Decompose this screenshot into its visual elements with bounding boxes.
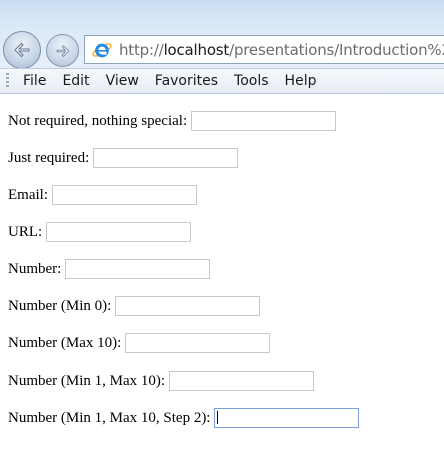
forward-arrow-icon — [56, 44, 69, 57]
required-input[interactable] — [93, 148, 239, 168]
forward-button[interactable] — [46, 34, 79, 67]
field-label-number-max10: Number (Max 10): — [8, 334, 122, 351]
field-label-required: Just required: — [8, 149, 90, 166]
field-label-url: URL: — [8, 223, 43, 240]
field-label-number-min1-max10-step2: Number (Min 1, Max 10, Step 2): — [8, 409, 211, 426]
number-min1-max10-step2-input[interactable] — [214, 408, 360, 428]
toolbar-grip[interactable] — [6, 73, 9, 89]
form-row-required: Just required: — [8, 147, 239, 169]
form-row-not-required: Not required, nothing special: — [8, 110, 337, 132]
menu-tools[interactable]: Tools — [226, 69, 277, 93]
field-label-number-min1-max10: Number (Min 1, Max 10): — [8, 372, 166, 389]
field-label-email: Email: — [8, 186, 48, 203]
url-text: http://localhost/presentations/Introduct… — [119, 41, 444, 59]
url-input[interactable] — [46, 222, 192, 242]
address-bar[interactable]: http://localhost/presentations/Introduct… — [84, 35, 444, 64]
form-row-number-min0: Number (Min 0): — [8, 295, 261, 317]
url-path: /presentations/Introduction%20to — [229, 40, 444, 59]
email-input[interactable] — [52, 185, 197, 205]
not-required-input[interactable] — [191, 111, 337, 131]
number-input[interactable] — [65, 259, 211, 279]
field-label-number: Number: — [8, 260, 62, 277]
menu-favorites[interactable]: Favorites — [147, 69, 226, 93]
text-caret — [217, 411, 219, 424]
menu-bar: File Edit View Favorites Tools Help — [0, 68, 444, 94]
field-label-not-required: Not required, nothing special: — [8, 112, 188, 129]
url-prefix: http:// — [119, 40, 164, 59]
url-host: localhost — [163, 40, 230, 59]
field-label-number-min0: Number (Min 0): — [8, 297, 112, 314]
form-row-number-max10: Number (Max 10): — [8, 332, 271, 354]
form-row-number-min1-max10-step2: Number (Min 1, Max 10, Step 2): — [8, 407, 360, 429]
page-content: Not required, nothing special: Just requ… — [0, 95, 444, 459]
number-step-input-wrapper — [214, 408, 360, 428]
back-button[interactable] — [3, 31, 41, 69]
internet-explorer-icon — [92, 42, 112, 57]
form-row-number-min1-max10: Number (Min 1, Max 10): — [8, 370, 315, 392]
form-row-number: Number: — [8, 258, 211, 280]
menu-edit[interactable]: Edit — [54, 69, 97, 93]
number-max10-input[interactable] — [125, 333, 271, 353]
form-row-email: Email: — [8, 184, 197, 206]
form-row-url: URL: — [8, 221, 192, 243]
number-min1-max10-input[interactable] — [169, 371, 315, 391]
menu-help[interactable]: Help — [277, 69, 325, 93]
browser-toolbar: http://localhost/presentations/Introduct… — [0, 0, 444, 69]
menu-view[interactable]: View — [98, 69, 147, 93]
number-min0-input[interactable] — [115, 296, 261, 316]
menu-file[interactable]: File — [15, 69, 54, 93]
browser-window: http://localhost/presentations/Introduct… — [0, 0, 444, 459]
back-arrow-icon — [14, 42, 30, 58]
